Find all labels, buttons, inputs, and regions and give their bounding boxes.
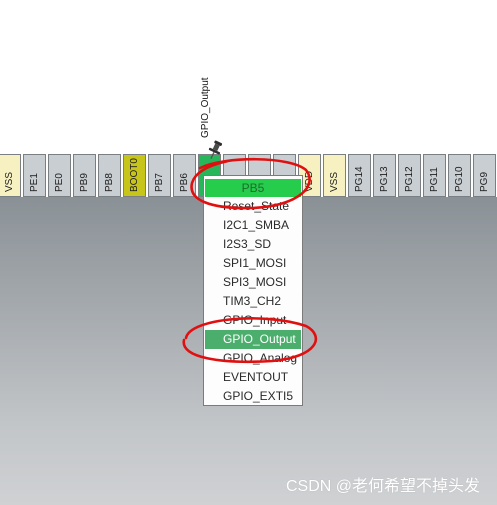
menu-item-gpio-exti5[interactable]: GPIO_EXTI5 bbox=[204, 387, 302, 406]
pin-1[interactable]: PE1 bbox=[23, 154, 46, 197]
menu-item-gpio-input[interactable]: GPIO_Input bbox=[204, 311, 302, 330]
pin-0[interactable]: VSS bbox=[0, 154, 21, 197]
menu-item-gpio-output[interactable]: GPIO_Output bbox=[205, 330, 301, 349]
pin-label: PB7 bbox=[153, 173, 165, 192]
pin-15[interactable]: PG13 bbox=[373, 154, 396, 197]
pin-label: PG13 bbox=[378, 166, 390, 192]
pin-17[interactable]: PG11 bbox=[423, 154, 446, 197]
menu-item-reset-state[interactable]: Reset_State bbox=[204, 197, 302, 216]
pin-3[interactable]: PB9 bbox=[73, 154, 96, 197]
menu-header-pin-name: PB5 bbox=[205, 179, 301, 197]
menu-item-i2c1-smba[interactable]: I2C1_SMBA bbox=[204, 216, 302, 235]
pin-label: VSS bbox=[328, 171, 340, 192]
pin-16[interactable]: PG12 bbox=[398, 154, 421, 197]
pin-label: VSS bbox=[3, 171, 15, 192]
pin-14[interactable]: PG14 bbox=[348, 154, 371, 197]
pin-label: PB6 bbox=[178, 173, 190, 192]
pin-label: PG10 bbox=[453, 166, 465, 192]
pin-label: PB8 bbox=[103, 173, 115, 192]
pin-function-menu: PB5 Reset_State I2C1_SMBA I2S3_SD SPI1_MOSI… bbox=[203, 175, 303, 406]
menu-item-tim3-ch2[interactable]: TIM3_CH2 bbox=[204, 292, 302, 311]
pin-4[interactable]: PB8 bbox=[98, 154, 121, 197]
pin-label: PB9 bbox=[78, 173, 90, 192]
pin-label: BOOT0 bbox=[128, 158, 140, 192]
menu-item-eventout[interactable]: EVENTOUT bbox=[204, 368, 302, 387]
menu-item-spi3-mosi[interactable]: SPI3_MOSI bbox=[204, 273, 302, 292]
pin-assignment-label: GPIO_Output bbox=[200, 77, 211, 138]
pin-label: PG9 bbox=[478, 171, 490, 192]
pin-19[interactable]: PG9 bbox=[473, 154, 496, 197]
pin-5[interactable]: BOOT0 bbox=[123, 154, 146, 197]
pin-6[interactable]: PB7 bbox=[148, 154, 171, 197]
menu-item-i2s3-sd[interactable]: I2S3_SD bbox=[204, 235, 302, 254]
menu-item-spi1-mosi[interactable]: SPI1_MOSI bbox=[204, 254, 302, 273]
watermark: CSDN @老何希望不掉头发 bbox=[285, 478, 480, 495]
menu-item-gpio-analog[interactable]: GPIO_Analog bbox=[204, 349, 302, 368]
pin-label: PG12 bbox=[403, 166, 415, 192]
pin-label: PE1 bbox=[28, 173, 40, 192]
pushpin-icon bbox=[208, 140, 223, 159]
pin-7[interactable]: PB6 bbox=[173, 154, 196, 197]
pin-13[interactable]: VSS bbox=[323, 154, 346, 197]
pin-label: PE0 bbox=[53, 173, 65, 192]
pin-label: VDD bbox=[303, 170, 315, 192]
pin-label: PG11 bbox=[428, 167, 440, 192]
pin-label: PG14 bbox=[353, 166, 365, 192]
pin-18[interactable]: PG10 bbox=[448, 154, 471, 197]
pin-2[interactable]: PE0 bbox=[48, 154, 71, 197]
